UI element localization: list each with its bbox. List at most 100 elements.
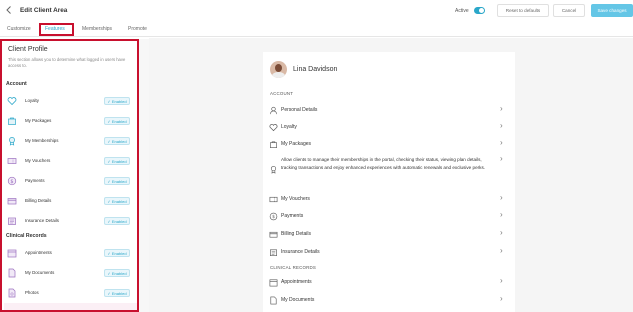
preview-row-personal-details[interactable]: Personal Details › <box>266 104 510 118</box>
bag-icon <box>7 116 17 126</box>
membership-badge-icon <box>269 165 278 174</box>
feature-label: My Memberships <box>25 138 59 143</box>
preview-row-label: Personal Details <box>281 107 318 113</box>
enabled-badge[interactable]: ✓ Enabled <box>104 137 130 145</box>
voucher-icon <box>7 156 17 166</box>
preview-row-label: My Documents <box>281 297 315 303</box>
chevron-right-icon: › <box>500 246 503 255</box>
chevron-left-icon[interactable] <box>4 5 14 15</box>
enabled-badge[interactable]: ✓ Enabled <box>104 197 130 205</box>
tab-promote[interactable]: Promote <box>128 26 147 32</box>
preview-row-label: Billing Details <box>281 231 312 237</box>
insurance-icon <box>269 248 278 257</box>
feature-row-my-vouchers[interactable]: My Vouchers ✓ Enabled <box>2 151 137 171</box>
card-icon <box>269 230 278 239</box>
svg-text:$: $ <box>10 179 13 185</box>
enabled-badge[interactable]: ✓ Enabled <box>104 177 130 185</box>
chevron-right-icon: › <box>500 294 503 303</box>
enabled-badge[interactable]: ✓ Enabled <box>104 289 130 297</box>
save-changes-button[interactable]: Save changes <box>591 4 633 17</box>
section-heading-clinical-records: Clinical Records <box>6 233 47 239</box>
cancel-button[interactable]: Cancel <box>553 4 585 17</box>
preview-row-label: Appointments <box>281 279 312 285</box>
chevron-right-icon[interactable]: › <box>500 155 503 163</box>
feature-row-loyalty[interactable]: Loyalty ✓ Enabled <box>2 91 137 111</box>
heart-icon <box>7 96 17 106</box>
chevron-right-icon: › <box>500 138 503 147</box>
page-title: Edit Client Area <box>20 7 68 14</box>
feature-row-payments[interactable]: $ Payments ✓ Enabled <box>2 171 137 191</box>
feature-row-my-memberships[interactable]: My Memberships ✓ Enabled <box>2 131 137 151</box>
feature-label: Insurance Details <box>25 218 59 223</box>
enabled-badge[interactable]: ✓ Enabled <box>104 269 130 277</box>
feature-label: Appointments <box>25 250 52 255</box>
chevron-right-icon: › <box>500 121 503 130</box>
preview-row-insurance-details[interactable]: Insurance Details › <box>266 246 510 260</box>
feature-label: My Documents <box>25 270 55 275</box>
card-icon <box>7 196 17 206</box>
preview-row-my-packages[interactable]: My Packages › <box>266 138 510 152</box>
chevron-right-icon: › <box>500 228 503 237</box>
panel-title: Client Profile <box>8 46 48 53</box>
preview-row-label: My Packages <box>281 141 312 147</box>
voucher-icon <box>269 195 278 204</box>
preview-row-label: Loyalty <box>281 124 297 130</box>
chevron-right-icon: › <box>500 276 503 285</box>
panel-divider-bg <box>139 39 149 312</box>
document-icon <box>269 296 278 305</box>
enabled-badge[interactable]: ✓ Enabled <box>104 97 130 105</box>
section-heading-account: Account <box>6 81 27 87</box>
calendar-icon <box>269 278 278 287</box>
panel-bottom-tint <box>4 303 137 310</box>
avatar <box>270 61 287 78</box>
preview-section-account: ACCOUNT <box>270 91 294 96</box>
feature-row-my-documents[interactable]: My Documents ✓ Enabled <box>2 263 137 283</box>
preview-row-my-documents[interactable]: My Documents › <box>266 294 510 308</box>
insurance-icon <box>7 216 17 226</box>
enabled-badge[interactable]: ✓ Enabled <box>104 157 130 165</box>
preview-card <box>263 52 515 312</box>
reset-to-defaults-button[interactable]: Reset to defaults <box>497 4 549 17</box>
feature-label: My Vouchers <box>25 158 51 163</box>
enabled-badge[interactable]: ✓ Enabled <box>104 249 130 257</box>
preview-row-loyalty[interactable]: Loyalty › <box>266 121 510 135</box>
dollar-icon: $ <box>269 212 278 221</box>
feature-label: Loyalty <box>25 98 39 103</box>
heart-icon <box>269 123 278 132</box>
svg-text:$: $ <box>272 214 275 220</box>
preview-row-billing-details[interactable]: Billing Details › <box>266 228 510 242</box>
feature-row-insurance-details[interactable]: Insurance Details ✓ Enabled <box>2 211 137 231</box>
feature-label: Photos <box>25 290 39 295</box>
chevron-right-icon: › <box>500 104 503 113</box>
tab-highlight-box <box>39 23 74 36</box>
top-bar: Edit Client Area Active Reset to default… <box>0 0 633 22</box>
chevron-right-icon: › <box>500 193 503 202</box>
document-icon <box>7 268 17 278</box>
feature-row-billing-details[interactable]: Billing Details ✓ Enabled <box>2 191 137 211</box>
active-toggle[interactable] <box>474 7 485 14</box>
enabled-badge[interactable]: ✓ Enabled <box>104 217 130 225</box>
chevron-right-icon: › <box>500 210 503 219</box>
user-name: Lina Davidson <box>293 66 338 73</box>
tab-customize[interactable]: Customize <box>7 26 31 32</box>
feature-row-appointments[interactable]: Appointments ✓ Enabled <box>2 243 137 263</box>
preview-row-label: Insurance Details <box>281 249 320 255</box>
tab-bar: Customize Features Memberships Promote <box>0 22 633 37</box>
feature-label: My Packages <box>25 118 52 123</box>
active-label: Active <box>455 8 469 14</box>
preview-row-my-vouchers[interactable]: My Vouchers › <box>266 193 510 207</box>
client-profile-panel: Client Profile This section allows you t… <box>0 39 139 312</box>
preview-row-payments[interactable]: $ Payments › <box>266 210 510 224</box>
dollar-icon: $ <box>7 176 17 186</box>
membership-description: Allow clients to manage their membership… <box>281 157 486 170</box>
enabled-badge[interactable]: ✓ Enabled <box>104 117 130 125</box>
photo-icon <box>7 288 17 298</box>
feature-label: Billing Details <box>25 198 52 203</box>
feature-row-my-packages[interactable]: My Packages ✓ Enabled <box>2 111 137 131</box>
preview-row-appointments[interactable]: Appointments › <box>266 276 510 290</box>
feature-row-photos[interactable]: Photos ✓ Enabled <box>2 283 137 303</box>
feature-label: Payments <box>25 178 45 183</box>
person-icon <box>269 106 278 115</box>
tab-memberships[interactable]: Memberships <box>82 26 112 32</box>
calendar-icon <box>7 248 17 258</box>
